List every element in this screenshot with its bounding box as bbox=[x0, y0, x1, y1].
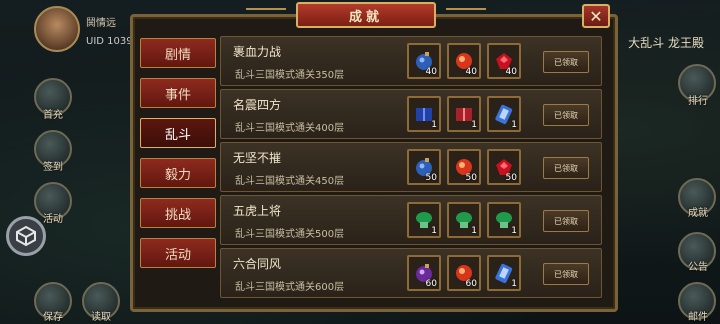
floating-assist-button[interactable] bbox=[6, 216, 46, 256]
reward-count: 60 bbox=[465, 279, 477, 289]
reward-slot[interactable]: 60 bbox=[407, 255, 441, 291]
reward-slot[interactable]: 1 bbox=[407, 96, 441, 132]
reward-count: 50 bbox=[505, 173, 517, 183]
close-button[interactable]: ✕ bbox=[582, 4, 610, 28]
reward-slot[interactable]: 40 bbox=[487, 43, 521, 79]
ranking-label: 排行 bbox=[688, 96, 708, 107]
reward-count: 1 bbox=[471, 226, 477, 236]
list-item: 五虎上将 乱斗三国模式通关500层 1 1 1 已领取 bbox=[220, 195, 602, 245]
achievement-label: 成就 bbox=[688, 208, 708, 219]
claimed-button[interactable]: 已领取 bbox=[543, 51, 589, 73]
achievement-name: 六合同风 bbox=[233, 257, 282, 271]
reward-count: 40 bbox=[425, 67, 437, 77]
tab-brawl[interactable]: 乱斗 bbox=[140, 118, 216, 148]
reward-slot[interactable]: 50 bbox=[487, 149, 521, 185]
reward-count: 1 bbox=[511, 226, 517, 236]
achievement-list: 裹血力战 乱斗三国模式通关350层 40 40 40 已领取 名震四方 乱斗三国… bbox=[220, 36, 602, 302]
title-ornament-right bbox=[446, 8, 486, 18]
achievement-name: 无坚不摧 bbox=[233, 151, 282, 165]
reward-slot[interactable]: 40 bbox=[447, 43, 481, 79]
list-item: 六合同风 乱斗三国模式通关600层 60 60 1 已领取 bbox=[220, 248, 602, 298]
mail-label: 邮件 bbox=[688, 312, 708, 323]
reward-count: 40 bbox=[465, 67, 477, 77]
tab-perseverance[interactable]: 毅力 bbox=[140, 158, 216, 188]
list-item: 无坚不摧 乱斗三国模式通关450层 50 50 50 已领取 bbox=[220, 142, 602, 192]
achievement-name: 名震四方 bbox=[233, 98, 282, 112]
close-icon: ✕ bbox=[589, 6, 603, 26]
announcement-label: 公告 bbox=[688, 262, 708, 273]
reward-slot[interactable]: 50 bbox=[447, 149, 481, 185]
reward-count: 1 bbox=[431, 120, 437, 130]
achievement-desc: 乱斗三国模式通关500层 bbox=[235, 229, 345, 240]
reward-slot[interactable]: 1 bbox=[487, 96, 521, 132]
achievement-name: 裹血力战 bbox=[233, 45, 282, 59]
event-label: 活动 bbox=[43, 214, 63, 225]
reward-slot[interactable]: 1 bbox=[447, 96, 481, 132]
list-item: 名震四方 乱斗三国模式通关400层 1 1 1 已领取 bbox=[220, 89, 602, 139]
category-tabs: 剧情 事件 乱斗 毅力 挑战 活动 bbox=[140, 38, 216, 278]
tab-challenge[interactable]: 挑战 bbox=[140, 198, 216, 228]
tab-event[interactable]: 事件 bbox=[140, 78, 216, 108]
reward-count: 60 bbox=[425, 279, 437, 289]
reward-slot[interactable]: 1 bbox=[487, 202, 521, 238]
reward-count: 50 bbox=[465, 173, 477, 183]
panel-title: 成就 bbox=[348, 9, 383, 25]
achievement-desc: 乱斗三国模式通关600层 bbox=[235, 282, 345, 293]
reward-count: 1 bbox=[431, 226, 437, 236]
reward-count: 40 bbox=[505, 67, 517, 77]
tab-activity[interactable]: 活动 bbox=[140, 238, 216, 268]
reward-count: 1 bbox=[511, 279, 517, 289]
player-uid: UID 1039 bbox=[86, 36, 133, 47]
reward-count: 1 bbox=[511, 120, 517, 130]
reward-slot[interactable]: 1 bbox=[487, 255, 521, 291]
reward-count: 1 bbox=[471, 120, 477, 130]
achievement-name: 五虎上将 bbox=[233, 204, 282, 218]
panel-title-bar: 成就 bbox=[296, 2, 436, 28]
sign-in-label: 签到 bbox=[43, 162, 63, 173]
list-item: 裹血力战 乱斗三国模式通关350层 40 40 40 已领取 bbox=[220, 36, 602, 86]
reward-slot[interactable]: 1 bbox=[447, 202, 481, 238]
achievement-desc: 乱斗三国模式通关450层 bbox=[235, 176, 345, 187]
reward-slot[interactable]: 1 bbox=[407, 202, 441, 238]
tab-story[interactable]: 剧情 bbox=[140, 38, 216, 68]
achievement-desc: 乱斗三国模式通关400层 bbox=[235, 123, 345, 134]
achievement-desc: 乱斗三国模式通关350层 bbox=[235, 70, 345, 81]
load-label: 读取 bbox=[91, 312, 111, 323]
reward-slot[interactable]: 40 bbox=[407, 43, 441, 79]
claimed-button[interactable]: 已领取 bbox=[543, 104, 589, 126]
player-name: 鬨情远 bbox=[86, 18, 116, 29]
first-recharge-label: 首充 bbox=[43, 110, 63, 121]
reward-count: 50 bbox=[425, 173, 437, 183]
cube-icon bbox=[16, 225, 36, 247]
reward-slot[interactable]: 50 bbox=[407, 149, 441, 185]
title-ornament-left bbox=[246, 8, 286, 18]
claimed-button[interactable]: 已领取 bbox=[543, 157, 589, 179]
top-right-title: 大乱斗 龙王殿 bbox=[628, 36, 704, 50]
avatar[interactable] bbox=[34, 6, 80, 52]
save-label: 保存 bbox=[43, 312, 63, 323]
claimed-button[interactable]: 已领取 bbox=[543, 263, 589, 285]
reward-slot[interactable]: 60 bbox=[447, 255, 481, 291]
player-info[interactable]: 鬨情远 UID 1039 bbox=[34, 6, 144, 52]
claimed-button[interactable]: 已领取 bbox=[543, 210, 589, 232]
